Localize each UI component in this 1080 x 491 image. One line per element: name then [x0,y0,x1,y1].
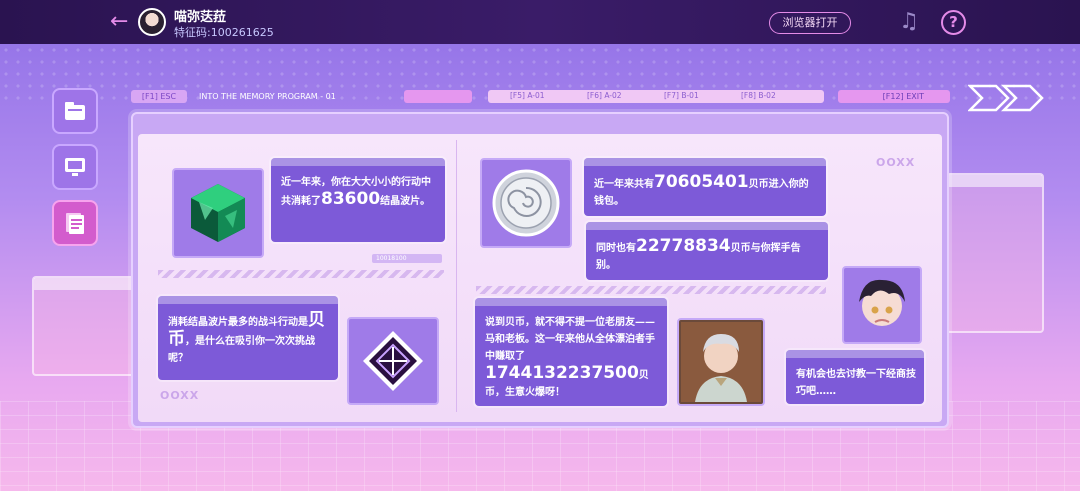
coins-received-card: 近一年来共有70605401贝币进入你的钱包。 [584,158,826,216]
battle-text-b: ，是什么在吸引你一次次挑战呢？ [168,336,315,364]
diamond-emblem-icon [363,331,423,391]
document-icon [66,213,84,234]
character-portrait-frame [842,266,922,344]
strip-title: INTO THE MEMORY PROGRAM - 01 [199,92,336,101]
hatch-divider-left [158,270,444,278]
battle-text-a: 消耗结晶波片最多的战斗行动是 [168,317,308,328]
strip-pill-decoration [404,90,472,103]
background-window-left [32,276,142,376]
most-battle-card: 消耗结晶波片最多的战斗行动是贝币，是什么在吸引你一次次挑战呢？ [158,296,338,380]
exit-key[interactable]: [F12] EXIT [838,90,950,103]
user-id-value: 100261625 [210,26,274,39]
key-f6[interactable]: [F6] A-02 [587,89,622,103]
progress-label-strip: 10018100 [372,254,442,263]
hatch-divider-right [476,286,826,294]
sidebar-item-monitor[interactable] [52,144,98,190]
arrow-left-icon[interactable]: ← [110,11,132,33]
coins-out-text-a: 同时也有 [596,243,636,254]
coins-in-number: 70605401 [654,172,749,192]
coins-in-text-a: 近一年来共有 [594,179,654,190]
exit-key-label: [F12] EXIT [882,92,924,101]
shell-coin-icon [492,169,560,237]
key-f7[interactable]: [F7] B-01 [664,89,699,103]
crystal-consumed-card: 近一年来，你在大大小小的行动中共消耗了83600结晶波片。 [271,158,445,242]
user-id-label: 特征码: [174,26,211,39]
folder-icon [65,102,85,120]
merchant-text-a: 说到贝币，就不得不提一位老朋友——马和老板。这一年来他从全体漂泊者手中赚取了 [485,317,655,362]
merchant-earned-number: 1744132237500 [485,363,639,383]
crystal-consumed-number: 83600 [321,189,381,209]
sidebar-item-folder[interactable] [52,88,98,134]
character-avatar-icon [859,279,905,326]
shell-coin-frame [480,158,572,248]
esc-key[interactable]: [F1] ESC [131,90,187,103]
merchant-portrait-frame [677,318,765,406]
sidebar-item-document[interactable] [52,200,98,246]
open-in-browser-button[interactable]: 浏览器打开 [769,12,851,34]
advice-text: 有机会也去讨教一下经商技巧吧…… [796,369,916,397]
coins-spent-card: 同时也有22778834贝币与你挥手告别。 [586,222,828,280]
user-id: 特征码:100261625 [174,24,274,40]
merchant-card: 说到贝币，就不得不提一位老朋友——马和老板。这一年来他从全体漂泊者手中赚取了 17… [475,298,667,406]
green-crystal-cube-icon [191,184,245,242]
crystal-item-frame [172,168,264,258]
question-mark-icon[interactable]: ? [941,10,966,35]
panel-divider [456,140,457,412]
username: 喵弥荙菈 [174,10,227,25]
merchant-portrait-icon [681,322,761,402]
music-note-icon[interactable]: ♫ [896,9,922,35]
double-arrow-icon [968,84,1044,112]
avatar[interactable] [138,8,166,36]
crystal-text-b: 结晶波片。 [380,196,431,207]
background-window-right [946,173,1044,333]
top-bar: ← 喵弥荙菈 特征码:100261625 浏览器打开 ♫ ? [0,0,1080,44]
coins-out-number: 22778834 [636,236,731,256]
key-f8[interactable]: [F8] B-02 [741,89,776,103]
advice-card: 有机会也去讨教一下经商技巧吧…… [786,350,924,404]
monitor-icon [65,158,85,176]
esc-key-label: [F1] ESC [141,92,177,101]
oox-label-left: OOXX [160,389,200,402]
oox-label-right: OOXX [876,156,916,169]
battle-emblem-frame [347,317,439,405]
key-f5[interactable]: [F5] A-01 [510,89,545,103]
